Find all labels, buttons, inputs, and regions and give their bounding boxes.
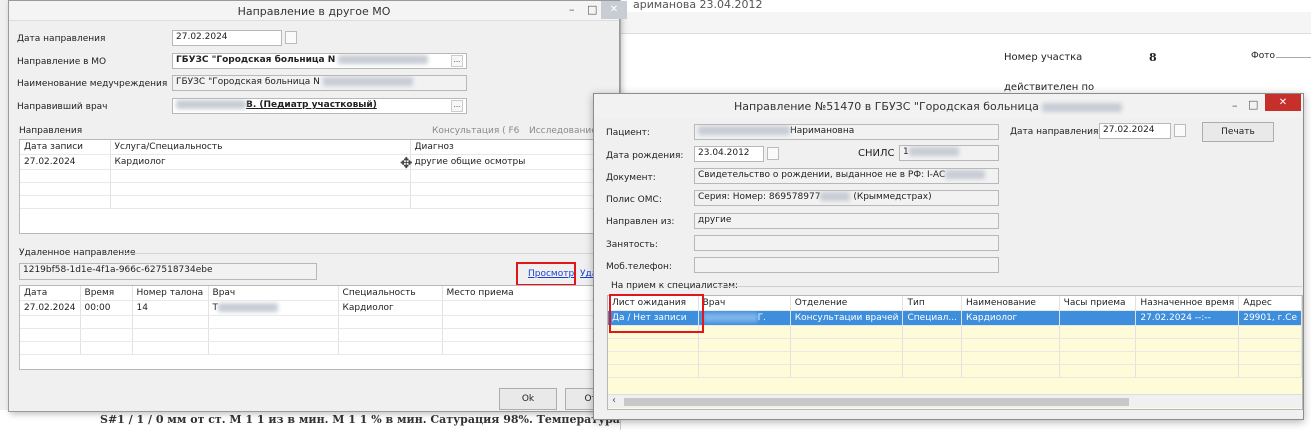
org-field: ГБУЗС "Городская больница N	[172, 75, 467, 91]
w2-title: Направление №51470 в ГБУЗС "Городская бо…	[734, 100, 1123, 113]
snils-field: 1	[899, 145, 999, 161]
minimize-icon[interactable]: –	[569, 3, 575, 16]
directions-header: Дата записи Услуга/Специальность Диагноз	[20, 140, 618, 155]
specialists-grid: Лист ожидания Врач Отделение Тип Наимено…	[607, 295, 1303, 410]
direction-date-field[interactable]: 27.02.2024	[1099, 123, 1171, 139]
guid-field: 1219bf58-1d1e-4f1a-966c-627518734ebe	[19, 263, 317, 280]
maximize-icon[interactable]: □	[587, 3, 597, 16]
w1-title: Направление в другое МО	[237, 5, 391, 18]
maximize-icon[interactable]: □	[1248, 98, 1258, 111]
doctor-field[interactable]: В. (Педиатр участковый)	[172, 98, 467, 114]
directions-grid: Дата записи Услуга/Специальность Диагноз…	[19, 139, 619, 234]
ok-button[interactable]: Ok	[499, 388, 557, 410]
document-label: Документ:	[606, 173, 656, 183]
mo-field[interactable]: ГБУЗС "Городская больница N	[172, 53, 467, 69]
col-date[interactable]: Дата записи	[20, 140, 111, 155]
remote-header: Дата Время Номер талона Врач Специальнос…	[20, 286, 618, 301]
polis-label: Полис ОМС:	[606, 195, 662, 205]
remote-label: Удаленное направление	[19, 248, 136, 258]
polis-field: Серия: Номер: 869578977 (Крыммедстрах)	[694, 190, 999, 206]
window-direction-mo: Направление в другое МО – □ ✕ Дата напра…	[8, 0, 627, 412]
move-cursor-icon: ✥	[400, 154, 413, 172]
doctor-label: Направивший врач	[17, 102, 108, 112]
scroll-left-icon[interactable]: ‹	[612, 395, 616, 406]
calendar-icon[interactable]	[1174, 124, 1186, 137]
calendar-icon[interactable]	[285, 31, 297, 44]
snils-label: СНИЛС	[858, 148, 895, 159]
col-diagnosis[interactable]: Диагноз	[410, 140, 618, 155]
table-row[interactable]: 27.02.2024 00:00 14 Т Кардиолог	[20, 300, 618, 316]
document-field: Свидетельство о рождении, выданное не в …	[694, 168, 999, 184]
bg-uchastok-label: Номер участка	[1004, 52, 1083, 63]
bg-bottom-text: S#1 / 1 / 0 мм от ст. М 1 1 из в мин. М …	[0, 410, 620, 430]
doctor-select-button[interactable]: ...	[451, 100, 463, 112]
research-link[interactable]: Исследование (	[529, 126, 603, 136]
patient-field: Наримановна	[694, 124, 999, 140]
phone-label: Моб.телефон:	[606, 262, 672, 272]
minimize-icon[interactable]: –	[1232, 99, 1238, 112]
w1-titlebar[interactable]: Направление в другое МО – □ ✕	[9, 1, 627, 21]
specialists-header: Лист ожидания Врач Отделение Тип Наимено…	[608, 296, 1302, 311]
dob-label: Дата рождения:	[606, 151, 684, 161]
direction-date-label: Дата направления:	[1010, 127, 1102, 137]
table-row[interactable]: 27.02.2024 Кардиолог другие общие осмотр…	[20, 154, 618, 170]
from-field: другие	[694, 213, 999, 229]
col-service[interactable]: Услуга/Специальность	[110, 140, 411, 155]
bg-foto-label: Фото	[1251, 51, 1276, 61]
window-direction-detail: Направление №51470 в ГБУЗС "Городская бо…	[593, 93, 1304, 420]
w2-titlebar[interactable]: Направление №51470 в ГБУЗС "Городская бо…	[594, 94, 1303, 118]
mo-label: Направление в МО	[17, 57, 107, 67]
bg-uchastok-value: 8	[1149, 51, 1157, 64]
remote-grid: Дата Время Номер талона Врач Специальнос…	[19, 285, 619, 370]
bg-title: ариманова 23.04.2012	[633, 0, 763, 11]
print-button[interactable]: Печать	[1202, 122, 1274, 142]
highlight-waiting-list	[609, 294, 704, 333]
table-row[interactable]: Да / Нет записи Г. Консультации врачей С…	[608, 310, 1302, 326]
highlight-view-link	[516, 262, 576, 286]
mo-select-button[interactable]: ...	[451, 55, 463, 67]
close-button[interactable]: ✕	[1265, 94, 1301, 111]
scroll-thumb[interactable]	[624, 398, 1129, 406]
date-field[interactable]: 27.02.2024	[172, 30, 282, 46]
date-label: Дата направления	[17, 34, 106, 44]
consult-link[interactable]: Консультация ( F6	[432, 126, 519, 136]
from-label: Направлен из:	[606, 217, 675, 227]
horizontal-scrollbar[interactable]: ‹	[608, 394, 1302, 408]
org-label: Наименование медучреждения	[17, 79, 168, 89]
patient-label: Пациент:	[606, 128, 650, 138]
calendar-icon[interactable]	[767, 147, 779, 160]
job-label: Занятость:	[606, 240, 658, 250]
close-button[interactable]: ✕	[601, 1, 627, 19]
bg-valid-label: действителен по	[1004, 82, 1095, 93]
job-field	[694, 235, 999, 251]
phone-field	[694, 257, 999, 273]
directions-label: Направления	[19, 126, 83, 136]
dob-field[interactable]: 23.04.2012	[694, 146, 764, 162]
